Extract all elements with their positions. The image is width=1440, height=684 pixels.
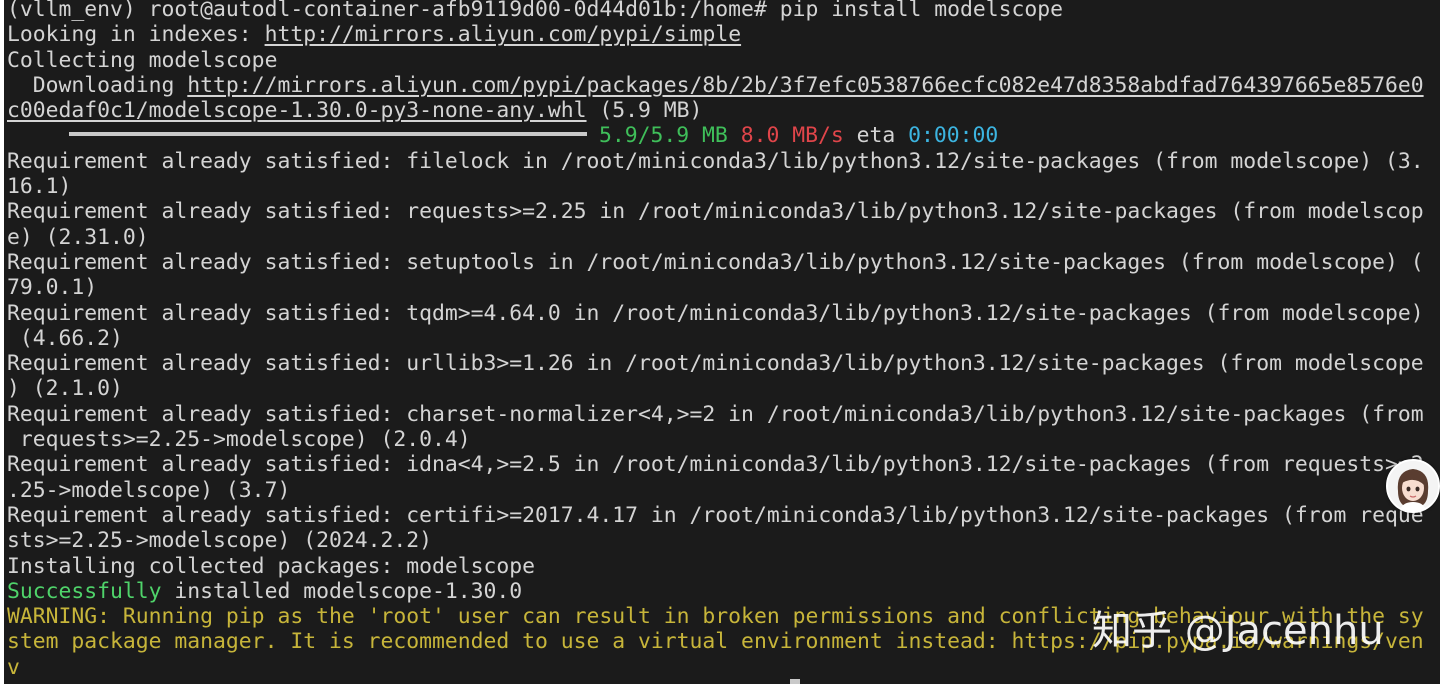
terminal-text: Collecting modelscope: [7, 47, 278, 73]
terminal-line: Requirement already satisfied: filelock …: [7, 149, 1424, 174]
terminal-text: 79.0.1): [7, 275, 98, 301]
terminal-link[interactable]: http://mirrors.aliyun.com/pypi/packages/…: [187, 73, 1423, 98]
terminal-text: Requirement already satisfied: tqdm>=4.6…: [7, 300, 1424, 326]
terminal-line: Downloading http://mirrors.aliyun.com/py…: [7, 73, 1424, 98]
terminal-text: 5.9/5.9 MB: [599, 123, 728, 149]
terminal-text: ) (2.1.0): [7, 376, 123, 402]
terminal-text: installed modelscope-1.30.0: [161, 578, 523, 604]
terminal-line: Requirement already satisfied: charset-n…: [7, 402, 1424, 427]
terminal-line: Requirement already satisfied: setuptool…: [7, 250, 1424, 275]
terminal-text: 0:00:00: [908, 123, 999, 149]
terminal-text: Requirement already satisfied: setuptool…: [7, 249, 1424, 275]
terminal-text: Looking in indexes:: [7, 22, 265, 48]
download-progress-bar: [69, 132, 587, 137]
terminal-text: eta: [843, 123, 909, 149]
cursor-marker: [790, 679, 800, 684]
terminal-text: (vllm_env) root@autodl-container-afb9119…: [7, 0, 1064, 22]
terminal-link[interactable]: http://mirrors.aliyun.com/pypi/simple: [265, 22, 742, 47]
terminal-line: v: [7, 655, 1424, 680]
terminal-output: (vllm_env) root@autodl-container-afb9119…: [7, 0, 1424, 680]
terminal-line: Requirement already satisfied: idna<4,>=…: [7, 452, 1424, 477]
terminal-line: (4.66.2): [7, 326, 1424, 351]
terminal-text: e) (2.31.0): [7, 224, 149, 250]
terminal-line: 5.9/5.9 MB 8.0 MB/s eta 0:00:00: [7, 123, 1424, 148]
terminal-line: 79.0.1): [7, 275, 1424, 300]
terminal-line: Looking in indexes: http://mirrors.aliyu…: [7, 22, 1424, 47]
terminal-text: Requirement already satisfied: idna<4,>=…: [7, 452, 1424, 478]
terminal-line: sts>=2.25->modelscope) (2024.2.2): [7, 528, 1424, 553]
terminal-text: Requirement already satisfied: requests>…: [7, 199, 1424, 225]
terminal-text: Requirement already satisfied: filelock …: [7, 148, 1424, 174]
avatar-icon[interactable]: [1386, 459, 1440, 513]
terminal-line: e) (2.31.0): [7, 225, 1424, 250]
terminal-text: (5.9 MB): [586, 98, 703, 124]
terminal-text: Requirement already satisfied: certifi>=…: [7, 502, 1424, 528]
terminal-text: requests>=2.25->modelscope) (2.0.4): [7, 427, 471, 453]
terminal-text: v: [7, 654, 20, 680]
terminal-text: Requirement already satisfied: urllib3>=…: [7, 351, 1424, 377]
terminal-text: Requirement already satisfied: charset-n…: [7, 401, 1424, 427]
terminal-line: Installing collected packages: modelscop…: [7, 554, 1424, 579]
terminal-text: Installing collected packages: modelscop…: [7, 553, 536, 579]
terminal-text: sts>=2.25->modelscope) (2024.2.2): [7, 528, 432, 554]
terminal-text: 16.1): [7, 174, 72, 200]
terminal-text: (4.66.2): [7, 325, 123, 351]
terminal-line: (vllm_env) root@autodl-container-afb9119…: [7, 0, 1424, 22]
watermark: 知乎 @Jacenhu: [1092, 608, 1384, 654]
terminal-line: requests>=2.25->modelscope) (2.0.4): [7, 427, 1424, 452]
terminal-text: Downloading: [7, 72, 188, 98]
terminal-text: Successfully: [7, 578, 162, 604]
terminal-line: Requirement already satisfied: tqdm>=4.6…: [7, 301, 1424, 326]
terminal-line: Requirement already satisfied: certifi>=…: [7, 503, 1424, 528]
terminal-line: c00edaf0c1/modelscope-1.30.0-py3-none-an…: [7, 98, 1424, 123]
terminal-line: Collecting modelscope: [7, 48, 1424, 73]
terminal-text: 8.0 MB/s: [740, 123, 844, 149]
terminal-line: Requirement already satisfied: requests>…: [7, 199, 1424, 224]
terminal-line: .25->modelscope) (3.7): [7, 478, 1424, 503]
terminal-window[interactable]: (vllm_env) root@autodl-container-afb9119…: [4, 0, 1440, 684]
terminal-link[interactable]: c00edaf0c1/modelscope-1.30.0-py3-none-an…: [7, 98, 587, 123]
terminal-line: 16.1): [7, 174, 1424, 199]
terminal-text: .25->modelscope) (3.7): [7, 477, 291, 503]
terminal-line: ) (2.1.0): [7, 376, 1424, 401]
terminal-line: Requirement already satisfied: urllib3>=…: [7, 351, 1424, 376]
